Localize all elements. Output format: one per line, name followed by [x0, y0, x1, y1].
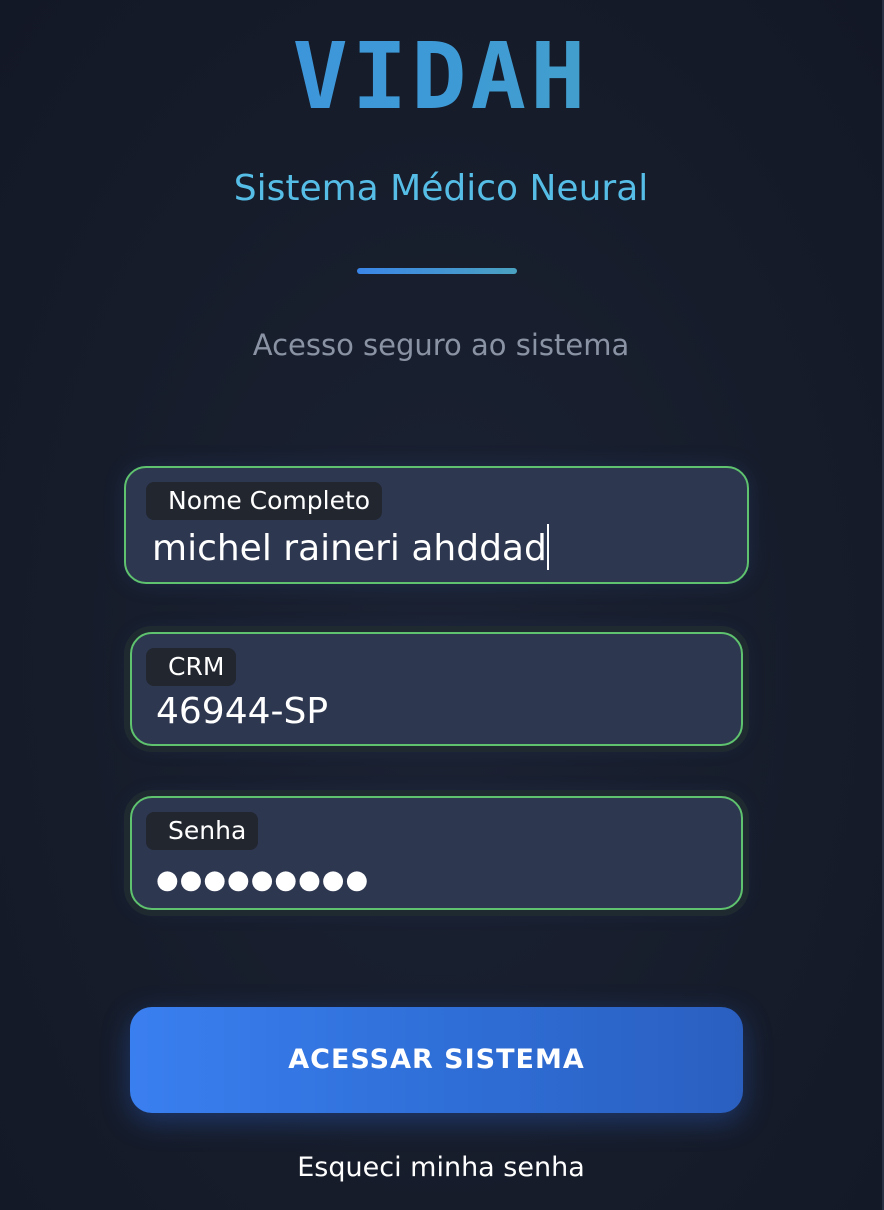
- password-input[interactable]: ●●●●●●●●●: [156, 858, 369, 902]
- header-divider: [357, 268, 517, 274]
- name-field-label: Nome Completo: [146, 482, 383, 520]
- password-field-label: Senha: [146, 812, 259, 850]
- crm-field-label: CRM: [146, 648, 237, 686]
- login-screen: VIDAH Sistema Médico Neural Acesso segur…: [0, 0, 884, 1210]
- name-input-value: michel raineri ahddad: [152, 528, 547, 569]
- text-cursor: [546, 524, 549, 570]
- crm-input[interactable]: 46944-SP: [156, 690, 328, 734]
- name-field[interactable]: Nome Completo michel raineri ahddad: [124, 466, 749, 584]
- app-subtitle: Sistema Médico Neural: [233, 168, 649, 209]
- password-field[interactable]: Senha ●●●●●●●●●: [130, 796, 743, 910]
- submit-button[interactable]: ACESSAR SISTEMA: [130, 1007, 743, 1113]
- name-input[interactable]: michel raineri ahddad: [152, 524, 549, 571]
- login-tagline: Acesso seguro ao sistema: [252, 328, 630, 362]
- crm-field[interactable]: CRM 46944-SP: [130, 632, 743, 746]
- forgot-password-link[interactable]: Esqueci minha senha: [0, 1152, 882, 1183]
- app-logo: VIDAH: [0, 22, 882, 132]
